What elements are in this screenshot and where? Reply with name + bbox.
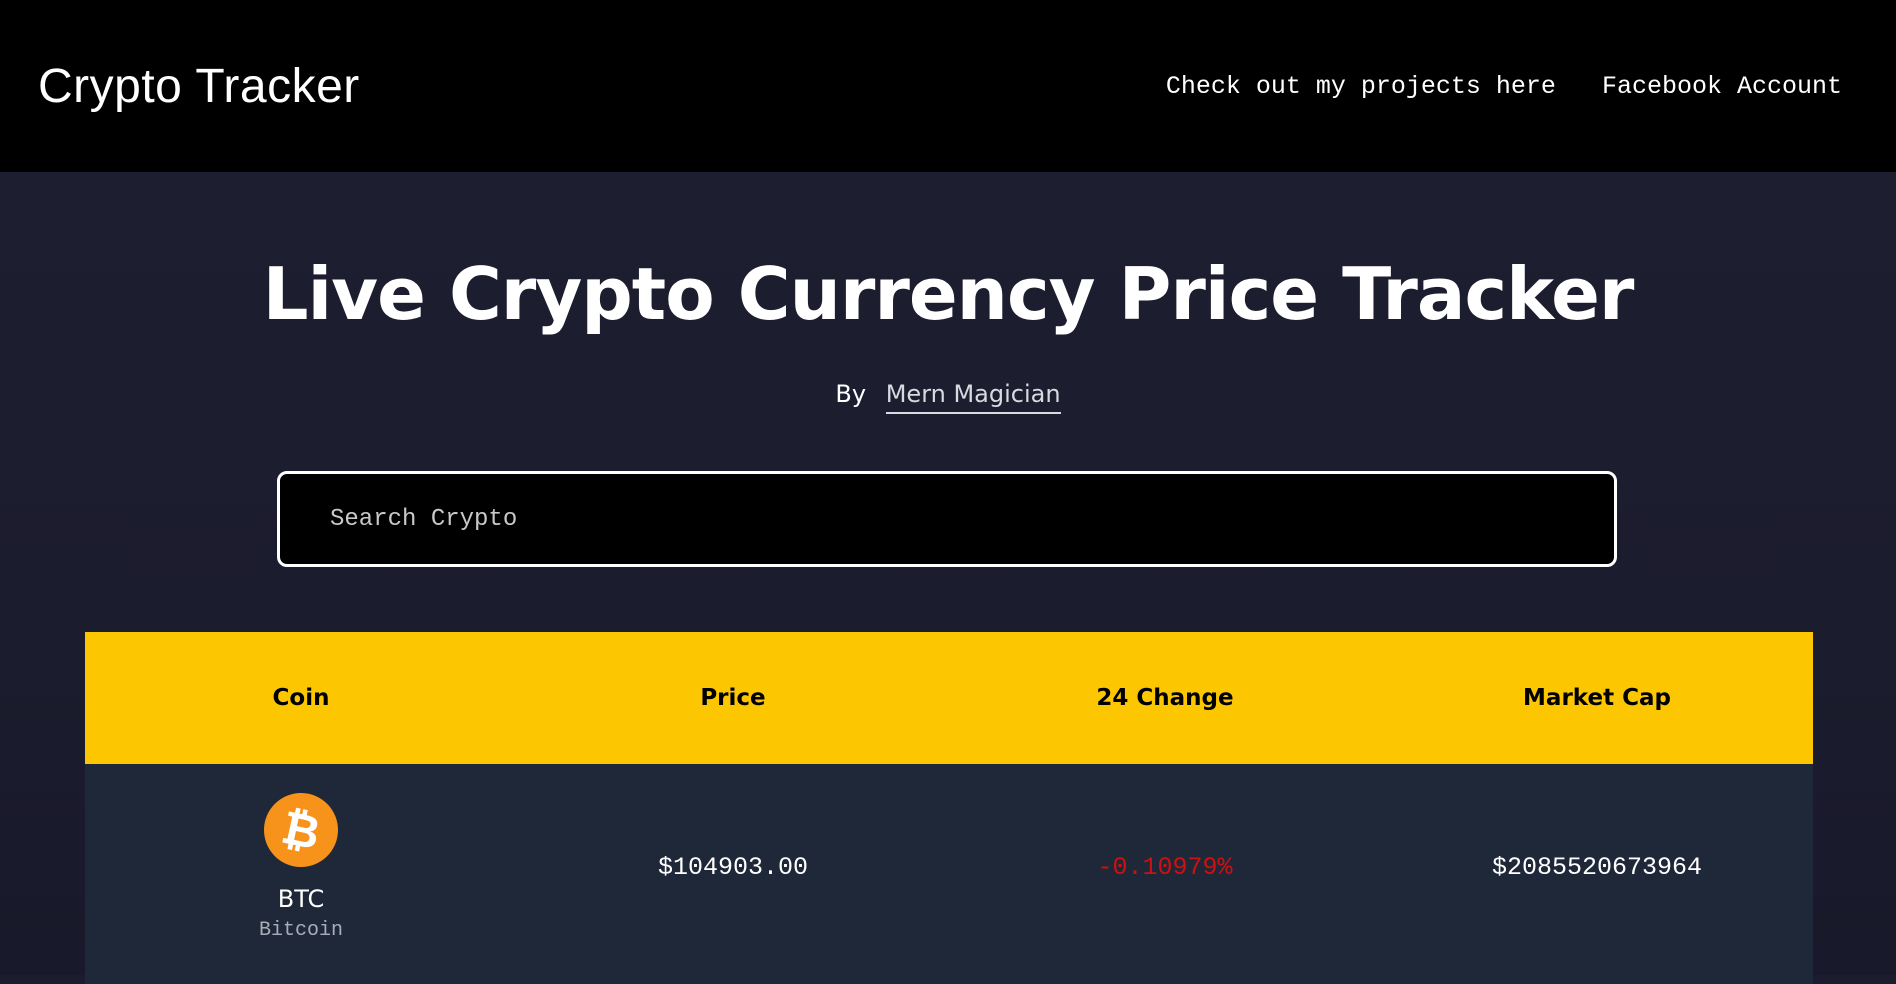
top-navbar: Crypto Tracker Check out my projects her… xyxy=(0,0,1896,172)
table-row[interactable]: ₿ BTC Bitcoin $104903.00 -0.10979% $2085… xyxy=(85,764,1813,984)
column-header-market-cap[interactable]: Market Cap xyxy=(1381,685,1813,711)
nav-link-facebook[interactable]: Facebook Account xyxy=(1602,72,1842,101)
coin-name: Bitcoin xyxy=(258,918,343,942)
market-cap-cell: $2085520673964 xyxy=(1491,852,1703,882)
search-input[interactable] xyxy=(328,504,1566,534)
page-title: Live Crypto Currency Price Tracker xyxy=(262,252,1635,336)
nav-link-projects[interactable]: Check out my projects here xyxy=(1166,72,1556,101)
brand-title[interactable]: Crypto Tracker xyxy=(38,59,360,114)
bitcoin-icon: ₿ xyxy=(257,785,345,874)
table-header: Coin Price 24 Change Market Cap xyxy=(85,632,1813,764)
coin-cell: ₿ BTC Bitcoin xyxy=(85,785,517,942)
change-cell: -0.10979% xyxy=(1097,852,1233,882)
main-content: Live Crypto Currency Price Tracker By Me… xyxy=(0,172,1896,984)
byline: By Mern Magician xyxy=(0,380,1896,414)
author-link[interactable]: Mern Magician xyxy=(885,380,1061,414)
crypto-table: Coin Price 24 Change Market Cap ₿ BTC Bi… xyxy=(85,632,1813,984)
column-header-change[interactable]: 24 Change xyxy=(949,685,1381,711)
price-cell: $104903.00 xyxy=(657,852,809,882)
column-header-price[interactable]: Price xyxy=(517,685,949,711)
search-box xyxy=(277,471,1617,567)
nav-links: Check out my projects here Facebook Acco… xyxy=(1166,72,1842,101)
coin-symbol: BTC xyxy=(277,884,325,913)
column-header-coin[interactable]: Coin xyxy=(85,685,517,711)
byline-label: By xyxy=(835,380,867,408)
